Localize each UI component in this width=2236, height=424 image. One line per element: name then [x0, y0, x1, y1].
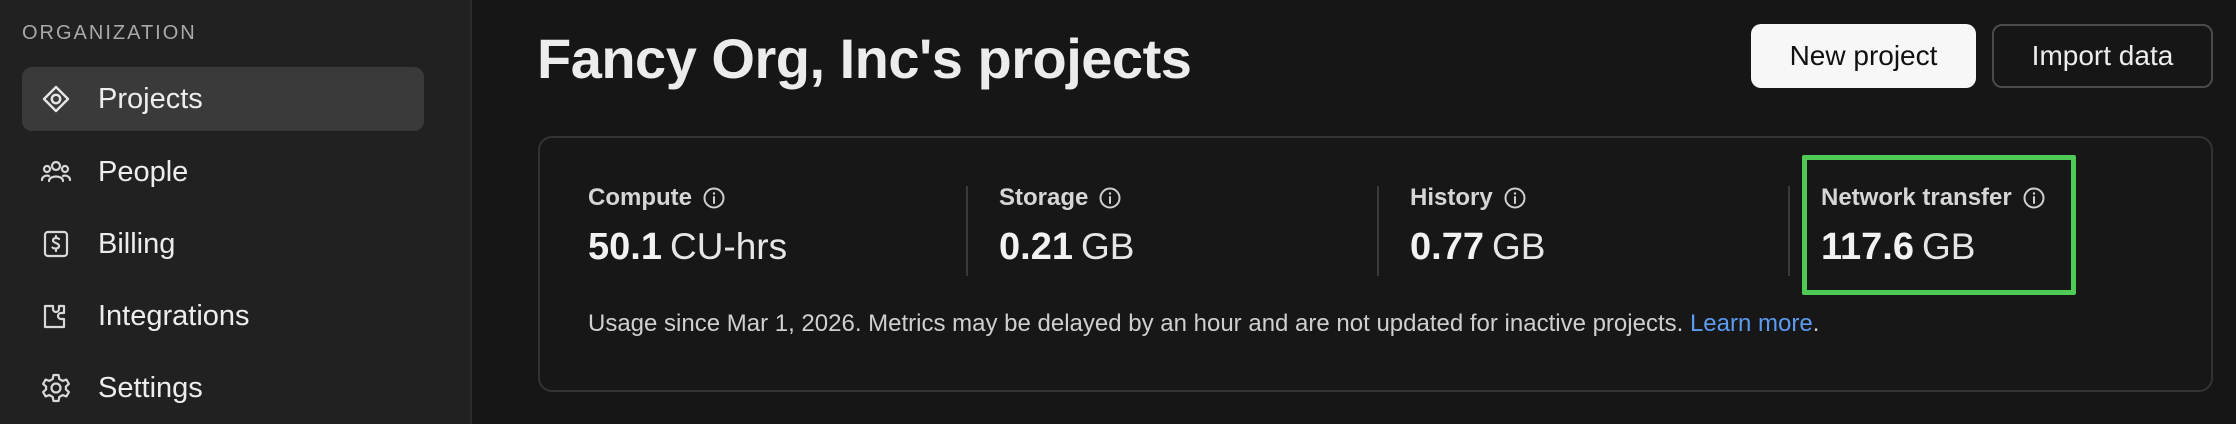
- metric-divider: [1377, 186, 1379, 276]
- billing-icon: [38, 226, 74, 262]
- settings-icon: [38, 370, 74, 406]
- sidebar-item-billing[interactable]: Billing: [22, 212, 424, 276]
- sidebar-item-integrations[interactable]: Integrations: [22, 284, 424, 348]
- metric-label: Compute: [588, 184, 692, 211]
- import-data-button[interactable]: Import data: [1992, 24, 2213, 88]
- metric-unit: GB: [1080, 226, 1135, 267]
- metric-divider: [966, 186, 968, 276]
- metric-unit: GB: [1491, 226, 1546, 267]
- projects-icon: [38, 81, 74, 117]
- metric-value: 50.1: [588, 226, 662, 268]
- metric-compute: Compute 50.1 CU-hrs: [588, 184, 787, 304]
- sidebar-item-people[interactable]: People: [22, 140, 424, 204]
- metric-value: 0.77: [1410, 226, 1484, 268]
- metric-label: History: [1410, 184, 1493, 211]
- info-icon[interactable]: [1503, 186, 1527, 210]
- sidebar-item-projects[interactable]: Projects: [22, 67, 424, 131]
- learn-more-link[interactable]: Learn more: [1690, 310, 1813, 337]
- metric-storage: Storage 0.21 GB: [999, 184, 1134, 304]
- sidebar-item-label: Projects: [98, 82, 203, 115]
- sidebar-item-label: People: [98, 155, 189, 188]
- usage-card: Compute 50.1 CU-hrs Storage 0.21 GB Hist…: [538, 136, 2213, 392]
- metric-divider: [1788, 186, 1790, 276]
- sidebar-item-label: Settings: [98, 371, 203, 404]
- new-project-button[interactable]: New project: [1751, 24, 1976, 88]
- sidebar-item-label: Integrations: [98, 299, 250, 332]
- metric-value: 0.21: [999, 226, 1073, 268]
- network-transfer-highlight: [1802, 155, 2076, 295]
- metric-label: Storage: [999, 184, 1089, 211]
- info-icon[interactable]: [702, 186, 726, 210]
- sidebar-item-settings[interactable]: Settings: [22, 356, 424, 420]
- sidebar: ORGANIZATION Projects People Billing Int…: [0, 0, 472, 424]
- app-window: ORGANIZATION Projects People Billing Int…: [0, 0, 2236, 424]
- page-title: Fancy Org, Inc's projects: [537, 27, 1192, 90]
- info-icon[interactable]: [1098, 186, 1122, 210]
- integrations-icon: [38, 298, 74, 334]
- metric-unit: CU-hrs: [669, 226, 788, 267]
- sidebar-item-label: Billing: [98, 227, 176, 260]
- sidebar-section-title: ORGANIZATION: [22, 22, 197, 44]
- people-icon: [38, 154, 74, 190]
- usage-note-suffix: .: [1812, 310, 1820, 337]
- metric-history: History 0.77 GB: [1410, 184, 1545, 304]
- usage-note: Usage since Mar 1, 2026. Metrics may be …: [588, 310, 1819, 338]
- usage-note-text: Usage since Mar 1, 2026. Metrics may be …: [588, 310, 1684, 337]
